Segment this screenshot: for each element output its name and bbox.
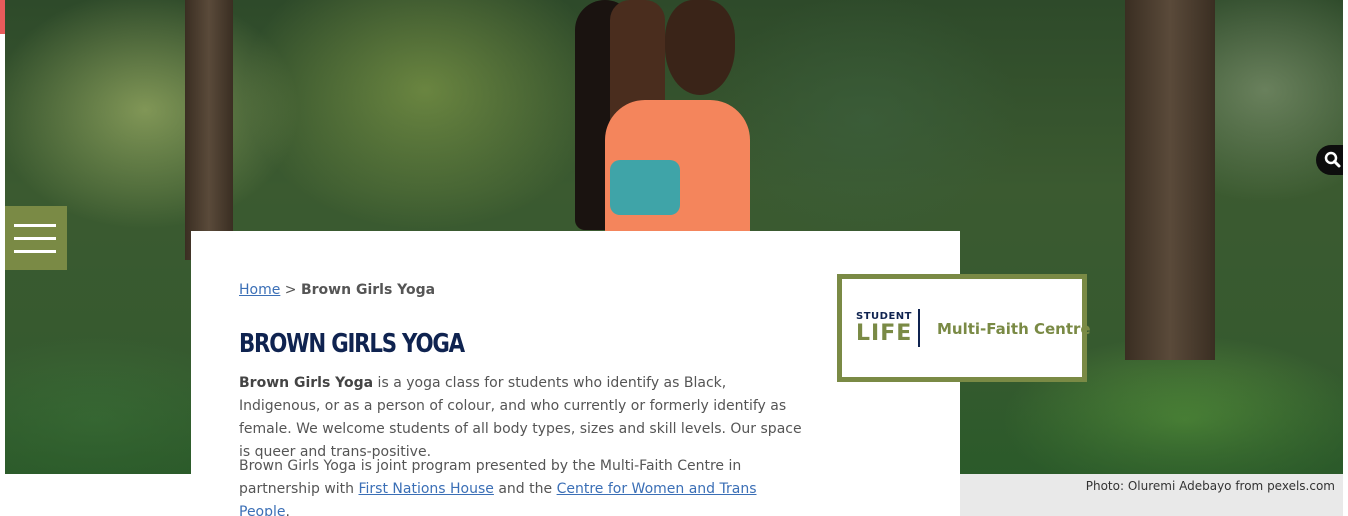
menu-button[interactable]	[5, 206, 67, 270]
partner-paragraph: Brown Girls Yoga is joint program presen…	[239, 455, 809, 516]
breadcrumb-current: Brown Girls Yoga	[300, 282, 436, 298]
logo-centre-name: Multi-Faith Centre	[937, 320, 1091, 338]
tree-trunk	[185, 0, 233, 260]
page-title: BROWN GIRLS YOGA	[239, 329, 465, 359]
intro-bold: Brown Girls Yoga	[239, 375, 374, 391]
right-edge	[1343, 0, 1348, 516]
breadcrumb-home-link[interactable]: Home	[239, 282, 280, 298]
partner-text: and the	[493, 481, 557, 497]
photo-credit: Photo: Oluremi Adebayo from pexels.com	[1085, 479, 1335, 493]
first-nations-house-link[interactable]: First Nations House	[359, 481, 494, 497]
figure-head	[665, 0, 735, 95]
logo-life-text: LIFE	[856, 321, 913, 346]
intro-paragraph: Brown Girls Yoga is a yoga class for stu…	[239, 372, 809, 464]
figure-sports-bra	[610, 160, 680, 215]
photo-credit-bar: Photo: Oluremi Adebayo from pexels.com	[960, 474, 1343, 516]
partner-text: .	[285, 504, 290, 516]
breadcrumb: Home > Brown Girls Yoga	[239, 282, 435, 298]
tree-trunk	[1125, 0, 1215, 360]
logo-divider	[918, 309, 920, 347]
breadcrumb-separator: >	[280, 282, 301, 298]
multi-faith-centre-logo[interactable]: STUDENT LIFE Multi-Faith Centre	[837, 274, 1091, 382]
